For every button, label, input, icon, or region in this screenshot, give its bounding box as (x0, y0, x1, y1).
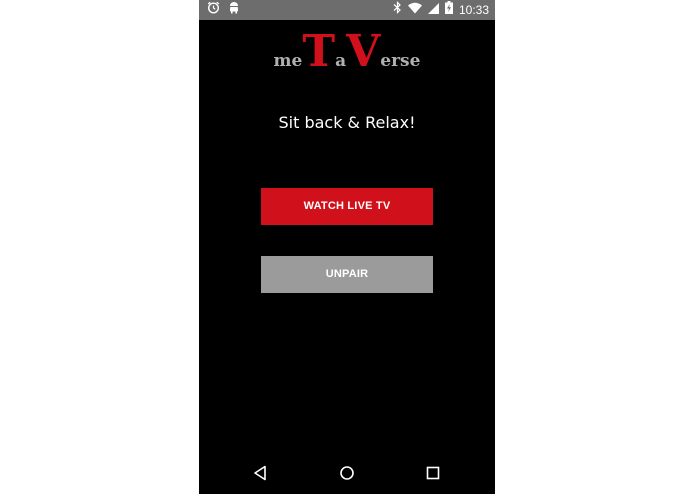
wifi-icon (407, 1, 422, 19)
navigation-bar (199, 452, 495, 494)
phone-screen: 10:33 meTaVerse Sit back & Relax! WATCH … (199, 0, 495, 494)
unpair-button[interactable]: UNPAIR (261, 256, 433, 293)
logo-wordmark: meTaVerse (274, 30, 421, 74)
logo-text-a: a (335, 51, 347, 71)
cell-signal-icon (427, 1, 439, 19)
android-debug-icon (228, 1, 240, 19)
recent-apps-icon[interactable] (423, 463, 443, 483)
back-icon[interactable] (250, 463, 270, 483)
logo-text-me: me (273, 51, 303, 71)
home-icon[interactable] (337, 463, 357, 483)
watch-live-tv-button[interactable]: WATCH LIVE TV (261, 188, 433, 225)
status-right-icons: 10:33 (393, 1, 489, 19)
tagline: Sit back & Relax! (278, 113, 416, 132)
status-left-icons (207, 1, 240, 19)
status-bar: 10:33 (199, 0, 495, 20)
bluetooth-icon (393, 1, 402, 19)
app-logo: meTaVerse (199, 30, 495, 75)
logo-text-t: T (302, 26, 336, 77)
status-time: 10:33 (458, 3, 489, 17)
logo-text-erse: erse (380, 51, 421, 71)
alarm-icon (207, 1, 220, 19)
battery-charging-icon (444, 1, 453, 19)
logo-text-v: V (346, 26, 381, 77)
